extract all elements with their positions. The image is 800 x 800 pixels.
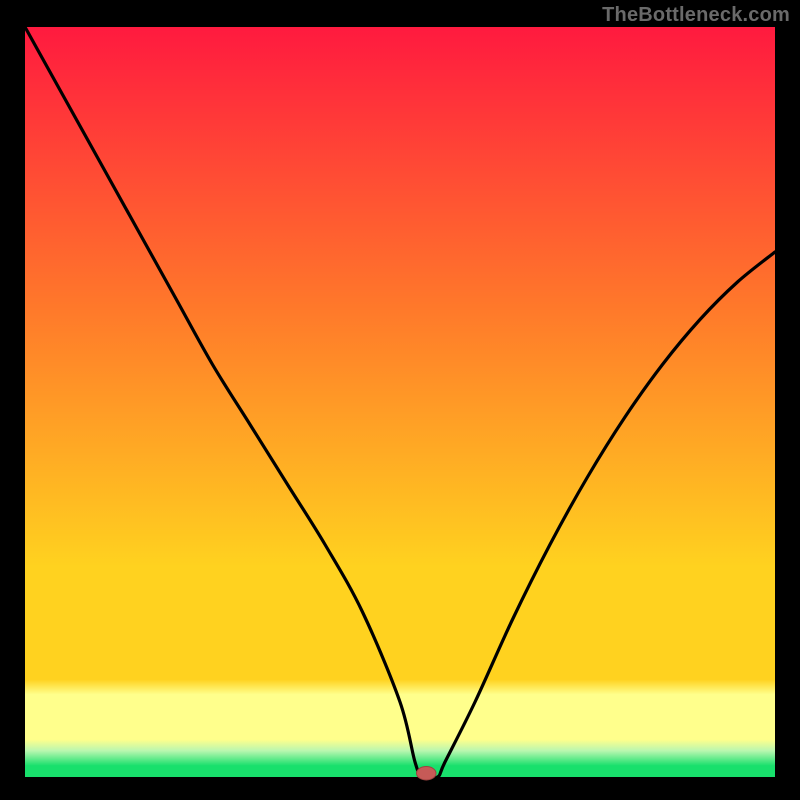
plot-background — [25, 27, 775, 777]
watermark-attribution: TheBottleneck.com — [602, 4, 790, 27]
optimum-marker — [417, 767, 437, 781]
chart-container: TheBottleneck.com — [0, 0, 800, 800]
bottleneck-chart — [0, 0, 800, 800]
